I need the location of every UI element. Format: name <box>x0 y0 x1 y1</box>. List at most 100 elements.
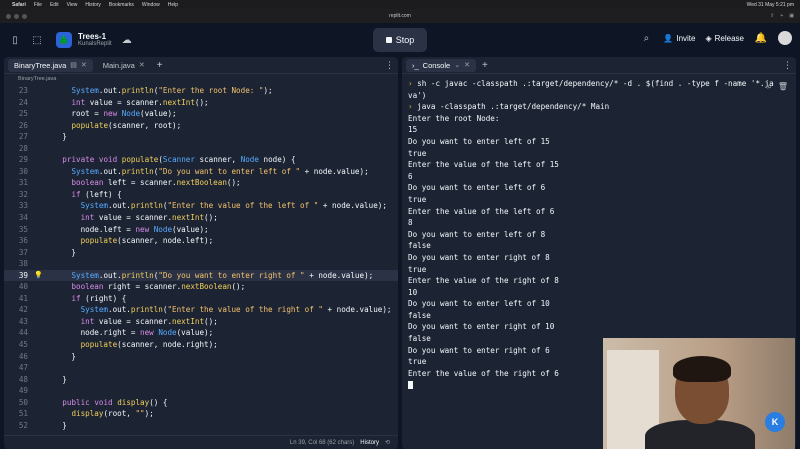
code-line[interactable]: 35 node.left = new Node(value); <box>4 224 398 236</box>
close-window-button[interactable] <box>6 13 11 19</box>
code-line[interactable]: 43 int value = scanner.nextInt(); <box>4 316 398 328</box>
code-line[interactable]: 26 populate(scanner, root); <box>4 120 398 132</box>
repl-avatar[interactable]: 🌲 <box>56 32 72 48</box>
line-gutter <box>34 131 44 143</box>
line-number: 26 <box>18 120 28 130</box>
line-number: 43 <box>18 316 28 326</box>
minimize-window-button[interactable] <box>14 13 19 19</box>
tab-overview-icon[interactable]: ▣ <box>789 13 794 19</box>
line-number: 23 <box>18 86 28 95</box>
new-tab-icon[interactable]: + <box>780 13 783 19</box>
code-line[interactable]: 51 display(root, ""); <box>4 408 398 420</box>
code-line[interactable]: 30 System.out.println("Do you want to en… <box>4 166 398 178</box>
code-text: int value = scanner.nextInt(); <box>71 97 209 107</box>
code-line[interactable]: 38 <box>4 258 398 270</box>
menu-item-history[interactable]: History <box>85 2 101 8</box>
split-view-icon[interactable]: ▤ <box>70 61 77 69</box>
sidebar-toggle-icon[interactable]: ▯ <box>8 33 22 47</box>
menu-item-window[interactable]: Window <box>142 2 160 8</box>
menu-item-safari[interactable]: Safari <box>12 2 26 8</box>
code-line[interactable]: 47 <box>4 362 398 374</box>
tab-binarytree-java[interactable]: BinaryTree.java ▤ ✕ <box>8 58 93 72</box>
menu-item-edit[interactable]: Edit <box>50 2 59 8</box>
invite-label: Invite <box>676 33 696 43</box>
cloud-sync-icon[interactable]: ☁ <box>120 33 134 47</box>
line-number: 42 <box>18 305 28 315</box>
code-line[interactable]: 42 System.out.println("Enter the value o… <box>4 304 398 316</box>
code-line[interactable]: 36 populate(scanner, node.left); <box>4 235 398 247</box>
line-number: 34 <box>18 213 28 223</box>
chevron-down-icon[interactable]: ⌄ <box>454 61 460 69</box>
breadcrumb[interactable]: BinaryTree.java <box>4 74 398 85</box>
search-icon[interactable]: ⌕ <box>639 31 653 45</box>
stop-button[interactable]: Stop <box>373 28 427 52</box>
line-number: 27 <box>18 132 28 142</box>
code-line[interactable]: 23 System.out.println("Enter the root No… <box>4 85 398 97</box>
tab-console[interactable]: ›_ Console ⌄ ✕ <box>406 58 476 72</box>
new-tab-icon[interactable]: + <box>482 60 488 71</box>
close-tab-icon[interactable]: ✕ <box>81 61 87 69</box>
code-line[interactable]: 48 } <box>4 374 398 386</box>
history-icon[interactable]: ⟲ <box>385 439 390 446</box>
code-line[interactable]: 32 if (left) { <box>4 189 398 201</box>
console-text: Do you want to enter right of 8 <box>408 252 550 262</box>
invite-button[interactable]: 👤 Invite <box>663 34 695 43</box>
replit-logo-icon[interactable]: ⬚ <box>30 33 44 47</box>
code-line[interactable]: 52 } <box>4 420 398 432</box>
code-line[interactable]: 50 public void display() { <box>4 397 398 409</box>
notification-bell-icon[interactable]: 🔔 <box>754 31 768 45</box>
new-tab-icon[interactable]: + <box>157 60 163 71</box>
more-options-icon[interactable]: ⋮ <box>783 60 792 71</box>
history-button[interactable]: History <box>360 440 379 446</box>
code-line[interactable]: 45 populate(scanner, node.right); <box>4 339 398 351</box>
menu-item-help[interactable]: Help <box>168 2 178 8</box>
code-line[interactable]: 28 <box>4 143 398 155</box>
menubar-clock[interactable]: Wed 31 May 5:21 pm <box>747 2 794 8</box>
code-line[interactable]: 41 if (right) { <box>4 293 398 305</box>
console-text: 10 <box>408 287 418 297</box>
tab-main-java[interactable]: Main.java ✕ <box>97 59 151 72</box>
console-output-line: 8 <box>408 217 788 229</box>
code-editor[interactable]: 23 System.out.println("Enter the root No… <box>4 85 398 434</box>
repl-meta[interactable]: Trees-1 KunalsReplit <box>78 32 112 48</box>
text-cursor <box>408 381 413 390</box>
code-line[interactable]: 44 node.right = new Node(value); <box>4 327 398 339</box>
menu-item-view[interactable]: View <box>67 2 78 8</box>
code-text: display(root, ""); <box>71 409 154 419</box>
user-avatar[interactable] <box>778 31 792 45</box>
code-line[interactable]: 27 } <box>4 131 398 143</box>
share-icon[interactable]: ⇪ <box>770 13 774 19</box>
code-line[interactable]: 25 root = new Node(value); <box>4 108 398 120</box>
code-line[interactable]: 24 int value = scanner.nextInt(); <box>4 97 398 109</box>
code-line[interactable]: 37 } <box>4 247 398 259</box>
line-gutter <box>34 120 44 132</box>
cursor-position[interactable]: Ln 39, Col 68 (62 chars) <box>290 440 354 446</box>
code-line[interactable]: 40 boolean right = scanner.nextBoolean()… <box>4 281 398 293</box>
code-line[interactable]: 33 System.out.println("Enter the value o… <box>4 200 398 212</box>
code-line[interactable]: 34 int value = scanner.nextInt(); <box>4 212 398 224</box>
console-text: Enter the value of the left of 6 <box>408 206 555 216</box>
console-text: Do you want to enter left of 6 <box>408 183 546 193</box>
line-gutter <box>34 235 44 247</box>
menu-item-bookmarks[interactable]: Bookmarks <box>109 2 134 8</box>
console-output-line: Enter the root Node: <box>408 113 788 125</box>
console-output-line: true <box>408 264 788 276</box>
stop-icon <box>385 37 392 43</box>
code-line[interactable]: 46 } <box>4 351 398 363</box>
lightbulb-icon[interactable]: 💡 <box>34 270 44 282</box>
code-line[interactable]: 49 <box>4 385 398 397</box>
close-tab-icon[interactable]: ✕ <box>464 61 470 69</box>
menu-item-file[interactable]: File <box>34 2 42 8</box>
code-line[interactable]: 31 boolean left = scanner.nextBoolean(); <box>4 177 398 189</box>
zoom-window-button[interactable] <box>22 13 27 19</box>
console-output-line: 15 <box>408 124 788 136</box>
more-options-icon[interactable]: ⋮ <box>385 60 394 71</box>
code-line[interactable]: 39 💡 System.out.println("Do you want to e… <box>4 269 398 282</box>
address-bar[interactable]: replit.com <box>340 13 460 19</box>
close-tab-icon[interactable]: ✕ <box>139 61 145 69</box>
release-button[interactable]: ◈ Release <box>705 34 744 43</box>
tab-label: BinaryTree.java <box>14 60 67 70</box>
console-text: sh -c javac -classpath .:target/dependen… <box>408 79 774 100</box>
code-text: int value = scanner.nextInt(); <box>80 316 218 326</box>
code-line[interactable]: 29 private void populate(Scanner scanner… <box>4 154 398 166</box>
